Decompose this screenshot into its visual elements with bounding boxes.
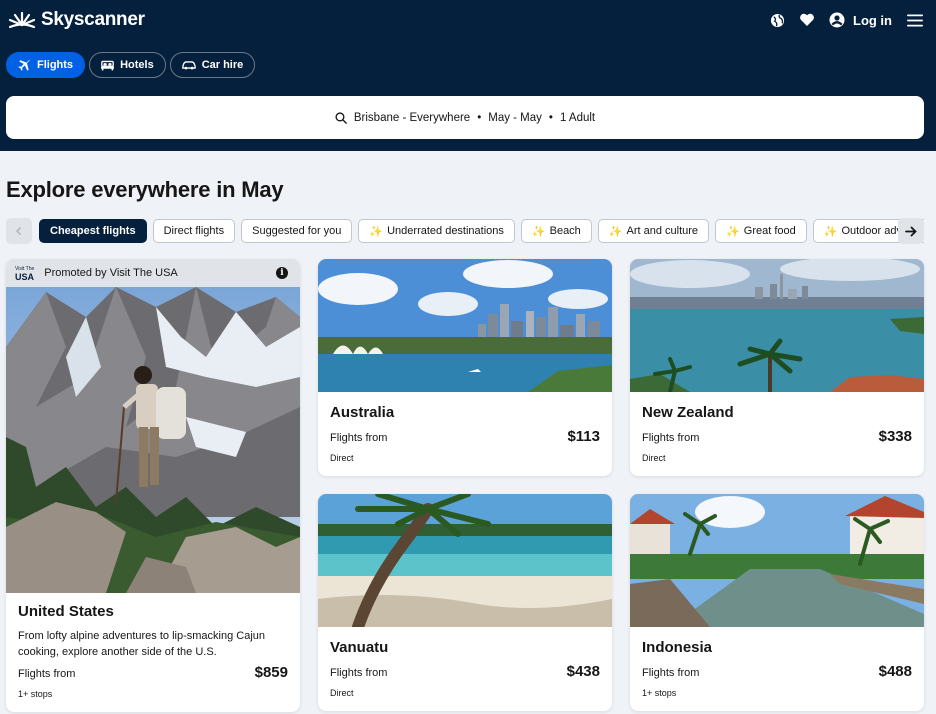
price: $859: [254, 664, 288, 681]
chevron-left-icon: [15, 226, 22, 236]
destination-name: Vanuatu: [330, 639, 389, 656]
search-separator: •: [477, 111, 482, 124]
tab-hotels-label: Hotels: [120, 59, 154, 71]
destination-description: From lofty alpine adventures to lip-smac…: [18, 630, 266, 658]
chip-underrated[interactable]: ✨ Underrated destinations: [358, 219, 515, 243]
info-label: i: [280, 268, 284, 278]
login-label: Log in: [853, 12, 892, 28]
price: $113: [567, 428, 600, 445]
sparkle-icon: ✨: [369, 225, 384, 238]
stops-label: Direct: [330, 453, 354, 463]
chip-label: Beach: [549, 225, 581, 237]
destination-name: United States: [18, 603, 114, 620]
arrow-right-icon: [905, 226, 917, 236]
chip-great-food[interactable]: ✨ Great food: [715, 219, 807, 243]
vanuatu-image: [318, 494, 612, 627]
flights-from-label: Flights from: [330, 432, 388, 444]
united-states-image: [6, 287, 300, 593]
search-icon: [335, 111, 347, 124]
car-icon: [181, 61, 196, 70]
flights-from-label: Flights from: [642, 667, 700, 679]
search-summary-bar[interactable]: Brisbane - Everywhere • May - May • 1 Ad…: [6, 96, 924, 139]
promo-bar: Visit The USA Promoted by Visit The USA: [6, 259, 300, 287]
price: $338: [878, 428, 912, 445]
globe-icon[interactable]: [766, 9, 788, 31]
sparkle-icon: ✨: [531, 225, 546, 238]
stops-label: Direct: [642, 453, 666, 463]
tab-hotels[interactable]: Hotels: [89, 52, 166, 78]
plane-icon: [18, 59, 30, 71]
destination-card-indonesia[interactable]: Indonesia Flights from $488 1+ stops: [630, 494, 924, 711]
stops-label: 1+ stops: [642, 688, 677, 698]
usa-logo-text: USA: [15, 272, 35, 282]
flights-from-label: Flights from: [642, 432, 700, 444]
chip-beach[interactable]: ✨ Beach: [520, 219, 592, 243]
price: $438: [566, 663, 600, 680]
indonesia-image: [630, 494, 924, 627]
brand-name: Skyscanner: [41, 9, 145, 30]
promoted-label: Promoted by Visit The USA: [44, 267, 178, 279]
heart-icon[interactable]: [796, 9, 818, 31]
scroll-right-button[interactable]: [898, 218, 924, 244]
sparkle-icon: ✨: [726, 225, 740, 238]
filter-chips: Cheapest flights Direct flights Suggeste…: [6, 218, 924, 244]
product-tabs: Flights Hotels Car hire: [6, 52, 259, 78]
chip-label: Great food: [743, 225, 796, 237]
destination-card-new-zealand[interactable]: New Zealand Flights from $338 Direct: [630, 259, 924, 476]
stops-label: Direct: [330, 688, 354, 698]
search-separator: •: [548, 111, 553, 124]
sparkle-icon: ✨: [608, 225, 623, 238]
stops-label: 1+ stops: [18, 689, 53, 699]
login-button[interactable]: Log in: [826, 9, 892, 31]
destination-card-australia[interactable]: Australia Flights from $113 Direct: [318, 259, 612, 476]
search-travellers: 1 Adult: [559, 111, 596, 124]
tab-flights[interactable]: Flights: [6, 52, 86, 78]
page-title: Explore everywhere in May: [6, 177, 284, 202]
bed-icon: [101, 60, 115, 70]
chip-label: Suggested for you: [252, 225, 342, 237]
promo-card-united-states[interactable]: Visit The USA Promoted by Visit The USA i: [6, 259, 300, 712]
sparkle-icon: ✨: [823, 225, 838, 238]
destination-name: Indonesia: [642, 639, 713, 656]
tab-car-hire-label: Car hire: [201, 59, 244, 71]
scroll-left-button[interactable]: [6, 218, 32, 244]
chip-label: Cheapest flights: [50, 225, 136, 237]
top-header: Skyscanner Log in Flights Hotels Car hir…: [0, 0, 936, 151]
destination-name: New Zealand: [642, 404, 734, 421]
chip-label: Art and culture: [626, 225, 699, 237]
chip-row: Cheapest flights Direct flights Suggeste…: [39, 219, 924, 243]
destination-card-vanuatu[interactable]: Vanuatu Flights from $438 Direct: [318, 494, 612, 711]
visit-usa-logo: Visit The USA: [15, 265, 35, 282]
chip-art-culture[interactable]: ✨ Art and culture: [597, 219, 710, 243]
sunburst-logo-icon: [8, 11, 36, 29]
chip-label: Underrated destinations: [387, 225, 504, 237]
new-zealand-image: [630, 259, 924, 392]
price: $488: [878, 663, 912, 680]
skyscanner-logo[interactable]: Skyscanner: [7, 9, 145, 31]
chip-suggested[interactable]: Suggested for you: [241, 219, 353, 243]
flights-from-label: Flights from: [330, 667, 388, 679]
tab-car-hire[interactable]: Car hire: [169, 52, 256, 78]
australia-image: [318, 259, 612, 392]
chip-label: Direct flights: [163, 225, 225, 237]
chip-cheapest-flights[interactable]: Cheapest flights: [39, 219, 147, 243]
account-icon: [826, 9, 848, 31]
destination-name: Australia: [330, 404, 395, 421]
search-route: Brisbane - Everywhere: [353, 111, 471, 124]
search-dates: May - May: [488, 111, 542, 124]
chip-direct-flights[interactable]: Direct flights: [152, 219, 236, 243]
flights-from-label: Flights from: [18, 668, 76, 680]
info-icon[interactable]: i: [276, 267, 288, 279]
header-actions: Log in: [758, 9, 936, 31]
tab-flights-label: Flights: [37, 59, 74, 71]
hamburger-menu-icon[interactable]: [904, 9, 926, 31]
